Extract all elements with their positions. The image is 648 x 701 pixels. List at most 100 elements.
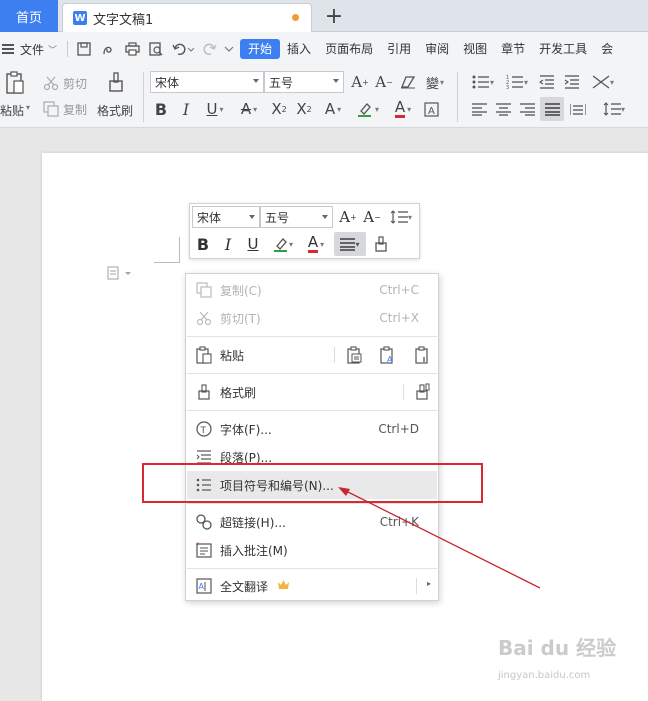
menu-tab-references[interactable]: 引用 (380, 39, 418, 59)
font-dialog-icon: T (195, 420, 213, 438)
justify-icon[interactable] (540, 97, 564, 121)
strikethrough-icon[interactable]: A ▾ (234, 98, 264, 120)
text-effect-icon[interactable]: A ▾ (318, 98, 348, 120)
shrink-font-icon[interactable]: A − (361, 206, 383, 228)
paste-text-only-icon[interactable] (415, 346, 431, 367)
menu-tab-view[interactable]: 视图 (456, 39, 494, 59)
svg-text:A: A (199, 582, 205, 591)
char-border-icon[interactable]: A (421, 98, 441, 120)
link-icon (195, 513, 213, 531)
save-icon[interactable] (72, 37, 96, 61)
context-menu-format-painter[interactable]: 格式刷 (187, 378, 437, 406)
menu-label: 复制(C) (220, 283, 262, 298)
redo-icon[interactable] (198, 37, 222, 61)
italic-icon[interactable]: I (217, 233, 239, 255)
underline-icon[interactable]: U (242, 233, 264, 255)
context-menu-cut[interactable]: 剪切(T) Ctrl+X (187, 304, 437, 332)
quick-access-dropdown-icon[interactable] (222, 37, 236, 61)
chevron-down-icon (249, 215, 255, 219)
bold-icon[interactable]: B (192, 233, 214, 255)
divider (143, 72, 144, 122)
menu-tab-home[interactable]: 开始 (240, 39, 281, 59)
line-spacing-icon[interactable]: ▾ (598, 98, 630, 120)
svg-text:A: A (428, 106, 435, 117)
paste-dropdown-icon[interactable]: ▾ (26, 103, 30, 112)
comment-icon: * (195, 541, 213, 559)
format-painter-icon[interactable] (370, 233, 392, 255)
subscript-icon[interactable]: X2 (293, 98, 315, 120)
italic-icon[interactable]: I (175, 98, 197, 120)
context-menu-font[interactable]: T 字体(F)... Ctrl+D (187, 415, 437, 443)
line-spacing-icon[interactable]: ▾ (386, 206, 416, 228)
export-pdf-icon[interactable] (96, 37, 120, 61)
menu-shortcut: Ctrl+C (379, 283, 419, 297)
svg-text:*: * (196, 542, 200, 549)
tab-document[interactable]: W 文字文稿1 (62, 3, 312, 32)
file-menu[interactable]: 文件 ﹀ (0, 41, 63, 58)
print-preview-icon[interactable] (144, 37, 168, 61)
font-color-icon[interactable]: A ▾ (301, 233, 331, 255)
format-painter-icon (195, 383, 213, 401)
clear-format-icon[interactable] (398, 71, 418, 93)
ribbon: 粘贴 ▾ 剪切 复制 格式刷 宋体 五号 A + A − 變 ▾ B I U ▾ A ▾ … (0, 66, 648, 128)
paragraph-handle-icon[interactable] (107, 265, 133, 281)
undo-icon[interactable] (168, 37, 198, 61)
bold-icon[interactable]: B (150, 98, 172, 120)
align-menu-icon[interactable]: ▾ (334, 232, 366, 256)
paste-button[interactable]: 粘贴 (0, 102, 24, 119)
cut-icon[interactable] (42, 74, 60, 92)
menu-tab-section[interactable]: 章节 (494, 39, 532, 59)
divider (403, 384, 404, 400)
mini-font-name-select[interactable]: 宋体 (192, 206, 260, 228)
menu-tab-developer[interactable]: 开发工具 (532, 39, 594, 59)
menu-label: 插入批注(M) (220, 543, 288, 558)
format-painter-repeat-icon[interactable] (415, 383, 431, 404)
distributed-align-icon[interactable] (567, 98, 589, 120)
superscript-icon[interactable]: X2 (268, 98, 290, 120)
new-tab-button[interactable]: + (322, 4, 346, 29)
menu-tab-page-layout[interactable]: 页面布局 (318, 39, 380, 59)
menu-label: 剪切(T) (220, 311, 261, 326)
copy-icon[interactable] (42, 100, 60, 118)
grow-font-icon[interactable]: A + (350, 71, 370, 93)
font-color-icon[interactable]: A ▾ (388, 98, 418, 120)
floating-mini-toolbar: 宋体 五号 A + A − ▾ B I U ▾ A ▾ ▾ (189, 203, 420, 259)
align-left-icon[interactable] (468, 98, 490, 120)
print-icon[interactable] (120, 37, 144, 61)
menu-separator (187, 336, 437, 337)
underline-icon[interactable]: U ▾ (200, 98, 230, 120)
highlight-icon[interactable]: ▾ (352, 98, 384, 120)
align-center-icon[interactable] (492, 98, 514, 120)
numbered-list-icon[interactable]: 123 ▾ (502, 71, 532, 93)
paste-merge-format-icon[interactable]: A (380, 346, 396, 367)
menu-shortcut: Ctrl+X (379, 311, 419, 325)
align-right-icon[interactable] (516, 98, 538, 120)
menu-tab-insert[interactable]: 插入 (280, 39, 318, 59)
decrease-indent-icon[interactable] (536, 71, 558, 93)
phonetic-guide-icon[interactable]: 變 ▾ (422, 71, 448, 93)
highlight-icon[interactable]: ▾ (268, 233, 298, 255)
format-painter-icon[interactable] (105, 70, 127, 96)
font-size-select[interactable]: 五号 (264, 71, 344, 93)
paste-icon[interactable] (4, 70, 26, 96)
context-menu-copy[interactable]: 复制(C) Ctrl+C (187, 276, 437, 304)
format-painter-button[interactable]: 格式刷 (97, 102, 133, 119)
shrink-font-icon[interactable]: A − (374, 71, 394, 93)
bullet-list-icon[interactable]: ▾ (468, 71, 498, 93)
paste-keep-format-icon[interactable] (347, 346, 363, 367)
mini-font-size-select[interactable]: 五号 (260, 206, 333, 228)
svg-text:3: 3 (506, 85, 509, 89)
font-name-select[interactable]: 宋体 (150, 71, 264, 93)
increase-indent-icon[interactable] (561, 71, 583, 93)
tab-home[interactable]: 首页 (0, 0, 58, 32)
chevron-down-icon: ﹀ (48, 45, 58, 56)
menu-tab-review[interactable]: 审阅 (418, 39, 456, 59)
menu-tab-member[interactable]: 会 (594, 39, 620, 59)
mini-font-size-value: 五号 (265, 210, 290, 225)
copy-button[interactable]: 复制 (63, 101, 87, 118)
context-menu-paste[interactable]: 粘贴 A (187, 341, 437, 369)
chinese-layout-icon[interactable]: ▾ (587, 71, 619, 93)
hamburger-icon (2, 44, 14, 54)
cut-button[interactable]: 剪切 (63, 75, 87, 92)
grow-font-icon[interactable]: A + (337, 206, 359, 228)
